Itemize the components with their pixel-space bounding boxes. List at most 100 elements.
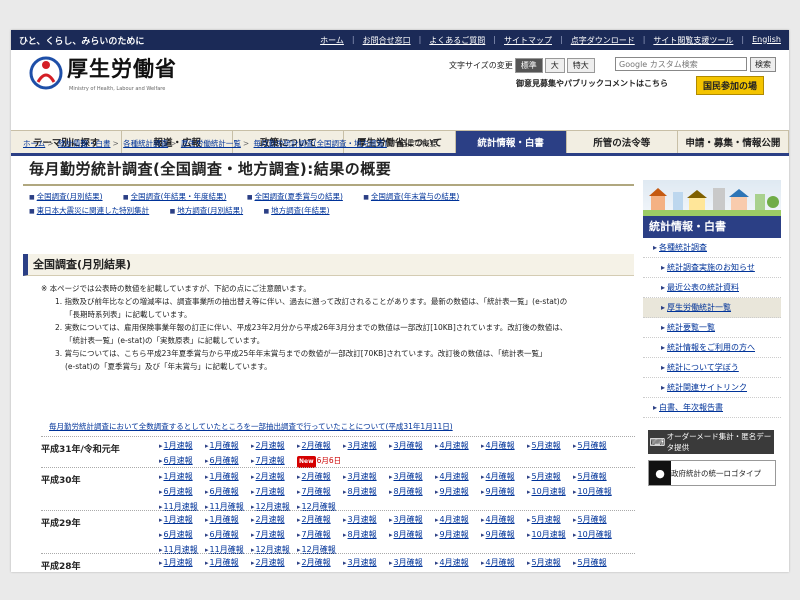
report-link[interactable]: 3月確報	[389, 515, 423, 524]
anchor-link-earthquake[interactable]: 東日本大震災に関連した特別集計	[29, 206, 150, 215]
report-link[interactable]: 5月確報	[573, 441, 607, 450]
report-link[interactable]: 1月確報	[205, 441, 239, 450]
report-link[interactable]: 3月速報	[343, 515, 377, 524]
report-link[interactable]: 6月速報	[159, 456, 193, 465]
search-button[interactable]: 検索	[750, 57, 776, 72]
sidebar-item-users[interactable]: 統計情報をご利用の方へ	[643, 338, 781, 358]
report-link[interactable]: 6月速報	[159, 487, 193, 496]
report-link[interactable]: 4月速報	[435, 441, 469, 450]
report-link[interactable]: 8月確報	[389, 487, 423, 496]
breadcrumb-home[interactable]: ホーム	[23, 139, 45, 148]
report-link[interactable]: 3月確報	[389, 558, 423, 567]
report-link[interactable]: 7月速報	[251, 456, 285, 465]
report-link[interactable]: 2月確報	[297, 515, 331, 524]
report-link[interactable]: 1月確報	[205, 558, 239, 567]
report-link[interactable]: 7月確報	[297, 530, 331, 539]
report-link[interactable]: 7月速報	[251, 487, 285, 496]
sidebar-item-label[interactable]: 最近公表の統計資料	[661, 283, 739, 292]
ordermade-banner[interactable]: ⌨ オーダーメード集計・匿名データ提供	[648, 430, 774, 454]
report-link[interactable]: 4月速報	[435, 515, 469, 524]
sidebar-item-label[interactable]: 各種統計調査	[653, 243, 707, 252]
report-link[interactable]: 2月速報	[251, 441, 285, 450]
nav-tab-statistics[interactable]: 統計情報・白書	[455, 131, 567, 153]
report-link[interactable]: 4月確報	[481, 441, 515, 450]
report-link[interactable]: 2月速報	[251, 515, 285, 524]
report-link[interactable]: 5月確報	[573, 515, 607, 524]
sidebar-item-links[interactable]: 統計関連サイトリンク	[643, 378, 781, 398]
public-comment-link[interactable]: 御意見募集やパブリックコメントはこちら	[516, 78, 668, 89]
report-link[interactable]: 7月速報	[251, 530, 285, 539]
sidebar-item-label[interactable]: 統計関連サイトリンク	[661, 383, 747, 392]
sidebar-item-recent[interactable]: 最近公表の統計資料	[643, 278, 781, 298]
report-link[interactable]: 5月速報	[527, 558, 561, 567]
font-size-standard-button[interactable]: 標準	[514, 58, 543, 73]
anchor-link-national-annual[interactable]: 全国調査(年結果・年度結果)	[123, 192, 227, 201]
sidebar-item-notice[interactable]: 統計調査実施のお知らせ	[643, 258, 781, 278]
report-link[interactable]: 6月確報	[205, 487, 239, 496]
report-link[interactable]: 5月確報	[573, 472, 607, 481]
logotype-banner[interactable]: ● 政府統計の統一ロゴタイプ	[648, 460, 776, 486]
sidebar-item-stat-list[interactable]: 厚生労働統計一覧	[643, 298, 781, 318]
report-link[interactable]: 8月速報	[343, 487, 377, 496]
report-link[interactable]: 5月速報	[527, 472, 561, 481]
report-link[interactable]: 2月確報	[297, 558, 331, 567]
report-link[interactable]: 9月確報	[481, 530, 515, 539]
report-link[interactable]: 4月確報	[481, 558, 515, 567]
report-link[interactable]: 6月確報	[205, 530, 239, 539]
report-link[interactable]: 9月速報	[435, 487, 469, 496]
sidebar-item-surveys[interactable]: 各種統計調査	[643, 238, 781, 258]
report-link[interactable]: 10月速報	[527, 530, 566, 539]
nav-tab-application[interactable]: 申請・募集・情報公開	[678, 131, 789, 153]
report-link[interactable]: 9月速報	[435, 530, 469, 539]
report-link[interactable]: 1月速報	[159, 558, 193, 567]
sidebar-item-label[interactable]: 白書、年次報告書	[653, 403, 723, 412]
report-link[interactable]: 5月速報	[527, 515, 561, 524]
report-link[interactable]: 10月確報	[573, 530, 612, 539]
site-logo[interactable]: 厚生労働省 Ministry of Health, Labour and Wel…	[29, 56, 177, 92]
report-link[interactable]: 3月速報	[343, 472, 377, 481]
search-input[interactable]	[615, 57, 747, 71]
report-link[interactable]: 1月速報	[159, 515, 193, 524]
report-link[interactable]: 5月速報	[527, 441, 561, 450]
sidebar-item-label[interactable]: 厚生労働統計一覧	[661, 303, 731, 312]
citizen-participation-button[interactable]: 国民参加の場	[696, 76, 765, 95]
util-link-home[interactable]: ホーム	[320, 35, 344, 46]
report-link[interactable]: 4月確報	[481, 472, 515, 481]
sidebar-item-label[interactable]: 統計調査実施のお知らせ	[661, 263, 755, 272]
sidebar-item-handbook[interactable]: 統計要覧一覧	[643, 318, 781, 338]
report-link[interactable]: 3月確報	[389, 441, 423, 450]
sidebar-item-label[interactable]: 統計要覧一覧	[661, 323, 715, 332]
report-link[interactable]: 2月速報	[251, 472, 285, 481]
report-link[interactable]: 5月確報	[573, 558, 607, 567]
report-link[interactable]: 2月確報	[297, 472, 331, 481]
sampling-issue-link[interactable]: 毎月勤労統計調査において全数調査するとしていたところを一部抽出調査で行っていたこ…	[49, 421, 453, 432]
report-link[interactable]: 6月速報	[159, 530, 193, 539]
report-link[interactable]: 1月確報	[205, 472, 239, 481]
anchor-link-summer-bonus[interactable]: 全国調査(夏季賞与の結果)	[247, 192, 343, 201]
report-link[interactable]: 3月確報	[389, 472, 423, 481]
report-link[interactable]: 9月確報	[481, 487, 515, 496]
sidebar-item-label[interactable]: 統計について学ぼう	[661, 363, 739, 372]
breadcrumb-stat-list[interactable]: 厚生労働統計一覧	[181, 139, 241, 148]
report-link[interactable]: 6月確報	[205, 456, 239, 465]
util-link-faq[interactable]: よくあるご質問	[429, 35, 485, 46]
util-link-sitemap[interactable]: サイトマップ	[504, 35, 552, 46]
report-link[interactable]: 10月速報	[527, 487, 566, 496]
breadcrumb-monthly-survey[interactable]: 毎月勤労統計調査(全国調査・地方調査)	[254, 139, 387, 148]
report-link[interactable]: 1月速報	[159, 472, 193, 481]
font-size-large-button[interactable]: 大	[544, 58, 565, 73]
report-link[interactable]: 3月速報	[343, 558, 377, 567]
report-link[interactable]: 8月速報	[343, 530, 377, 539]
sidebar-item-learn[interactable]: 統計について学ぼう	[643, 358, 781, 378]
report-link[interactable]: 2月確報	[297, 441, 331, 450]
report-link[interactable]: 1月速報	[159, 441, 193, 450]
anchor-link-local-monthly[interactable]: 地方調査(月別結果)	[170, 206, 243, 215]
font-size-xlarge-button[interactable]: 特大	[566, 58, 595, 73]
anchor-link-national-monthly[interactable]: 全国調査(月別結果)	[29, 192, 103, 201]
nav-tab-laws[interactable]: 所管の法令等	[567, 131, 678, 153]
report-link[interactable]: 3月速報	[343, 441, 377, 450]
report-link[interactable]: 2月速報	[251, 558, 285, 567]
util-link-braille[interactable]: 点字ダウンロード	[571, 35, 635, 46]
report-link[interactable]: 4月速報	[435, 558, 469, 567]
report-link[interactable]: 10月確報	[573, 487, 612, 496]
